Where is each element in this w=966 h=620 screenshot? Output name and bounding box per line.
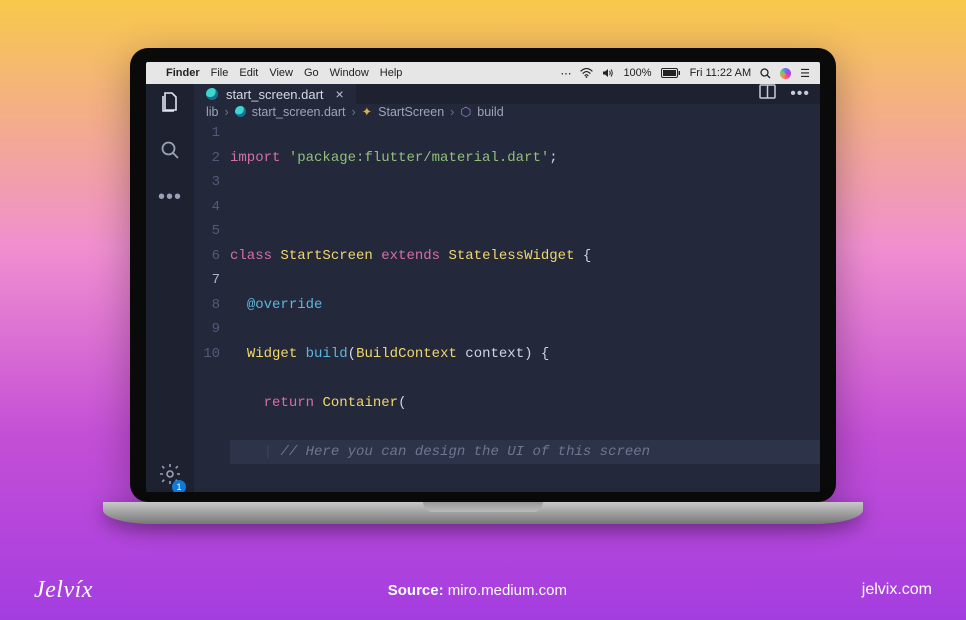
code-content[interactable]: import 'package:flutter/material.dart'; … (230, 121, 820, 492)
settings-badge: 1 (172, 480, 186, 492)
code-editor[interactable]: 12345678910 import 'package:flutter/mate… (194, 119, 820, 492)
footer: Jelvíx Source: miro.medium.com jelvix.co… (0, 560, 966, 620)
search-icon[interactable] (158, 138, 182, 168)
breadcrumb-method[interactable]: build (477, 105, 503, 119)
editor-area: start_screen.dart × ••• lib › (194, 84, 820, 492)
breadcrumb-folder[interactable]: lib (206, 105, 219, 119)
laptop-mockup: Finder File Edit View Go Window Help ⋯ 1… (130, 48, 836, 528)
mac-menu-app[interactable]: Finder (166, 67, 200, 79)
class-symbol-icon: ✦ (362, 104, 372, 119)
battery-icon[interactable] (661, 68, 681, 78)
laptop-base (103, 502, 863, 524)
mac-menu-help[interactable]: Help (380, 67, 403, 79)
line-number-gutter: 12345678910 (194, 121, 230, 492)
activity-bar: ••• 1 (146, 84, 194, 492)
control-center-icon[interactable]: ☰ (800, 67, 810, 80)
tab-bar: start_screen.dart × ••• (194, 84, 820, 104)
volume-icon[interactable] (602, 68, 614, 78)
mac-menubar: Finder File Edit View Go Window Help ⋯ 1… (146, 62, 820, 84)
editor-more-icon[interactable]: ••• (790, 85, 810, 103)
breadcrumb-class[interactable]: StartScreen (378, 105, 444, 119)
tab-close-icon[interactable]: × (336, 86, 344, 102)
laptop-screen-bezel: Finder File Edit View Go Window Help ⋯ 1… (130, 48, 836, 502)
siri-icon[interactable] (780, 68, 791, 79)
screen: Finder File Edit View Go Window Help ⋯ 1… (146, 62, 820, 492)
dart-file-icon (235, 106, 246, 117)
vscode-window: ••• 1 start_screen.dart × (146, 84, 820, 492)
site-url: jelvix.com (862, 581, 932, 599)
chevron-right-icon: › (351, 105, 355, 119)
battery-percent: 100% (623, 67, 651, 79)
dart-file-icon (206, 88, 218, 100)
method-symbol-icon: ⬡ (460, 104, 471, 119)
spotlight-icon[interactable] (760, 68, 771, 79)
chevron-right-icon: › (225, 105, 229, 119)
split-editor-icon[interactable] (759, 84, 776, 104)
chevron-right-icon: › (450, 105, 454, 119)
tab-filename: start_screen.dart (226, 87, 324, 102)
clock-text[interactable]: Fri 11:22 AM (690, 67, 752, 79)
page-background: Finder File Edit View Go Window Help ⋯ 1… (0, 0, 966, 620)
brand-logo: Jelvíx (34, 577, 93, 604)
breadcrumb-file[interactable]: start_screen.dart (252, 105, 346, 119)
tab-start-screen[interactable]: start_screen.dart × (194, 84, 356, 104)
explorer-icon[interactable] (158, 90, 182, 120)
editor-actions: ••• (759, 84, 820, 104)
mac-menu-edit[interactable]: Edit (239, 67, 258, 79)
more-icon[interactable]: ••• (158, 186, 182, 209)
breadcrumbs[interactable]: lib › start_screen.dart › ✦ StartScreen … (194, 104, 820, 119)
settings-icon[interactable]: 1 (158, 462, 182, 492)
mac-menu-file[interactable]: File (211, 67, 229, 79)
mac-menu-go[interactable]: Go (304, 67, 319, 79)
source-attribution: Source: miro.medium.com (388, 582, 567, 599)
bluetooth-icon[interactable]: ⋯ (560, 67, 571, 80)
wifi-icon[interactable] (580, 68, 593, 78)
mac-menu-window[interactable]: Window (330, 67, 369, 79)
mac-menu-view[interactable]: View (269, 67, 293, 79)
